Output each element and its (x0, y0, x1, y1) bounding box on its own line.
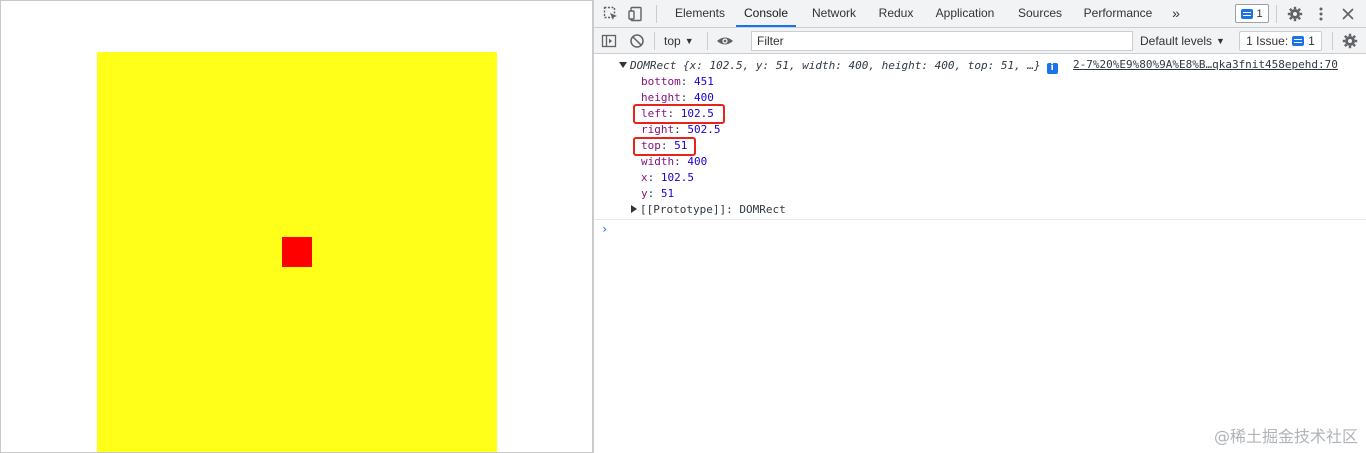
page-viewport (0, 0, 593, 453)
issue-counter-button[interactable]: 1 Issue: 1 (1239, 31, 1322, 51)
log-levels-select[interactable]: Default levels ▼ (1140, 33, 1225, 49)
context-select[interactable]: top ▼ (664, 33, 694, 49)
tab-sources[interactable]: Sources (1014, 0, 1066, 27)
toolbar-separator (707, 32, 708, 50)
issue-counter-count: 1 (1308, 34, 1315, 48)
tab-application[interactable]: Application (930, 0, 1000, 27)
red-box (282, 237, 312, 267)
prototype-row[interactable]: [[Prototype]]: DOMRect (631, 202, 786, 218)
toolbar-separator (1332, 32, 1333, 50)
device-toolbar-icon[interactable] (626, 4, 646, 24)
sidebar-toggle-icon[interactable] (599, 31, 619, 51)
tab-overflow-button[interactable]: » (1168, 0, 1184, 27)
tabbar-separator (656, 5, 657, 23)
chevron-down-icon: ▼ (1216, 36, 1225, 46)
info-icon[interactable]: i (1046, 63, 1058, 74)
console-settings-gear-icon[interactable] (1340, 31, 1360, 51)
live-expression-eye-icon[interactable] (715, 31, 735, 51)
tab-redux[interactable]: Redux (876, 0, 916, 27)
highlight-box-top (633, 137, 696, 156)
domrect-summary-row[interactable]: DOMRect {x: 102.5, y: 51, width: 400, he… (619, 58, 1058, 74)
console-divider (594, 219, 1366, 220)
message-icon (1292, 36, 1305, 46)
devtools-panel: Elements Console Network Redux Applicati… (593, 0, 1366, 453)
close-devtools-icon[interactable] (1338, 4, 1358, 24)
screenshot-root: Elements Console Network Redux Applicati… (0, 0, 1366, 453)
tab-console[interactable]: Console (736, 0, 796, 27)
console-toolbar: top ▼ Default levels ▼ 1 Issue: 1 (594, 28, 1366, 54)
clear-console-icon[interactable] (627, 31, 647, 51)
filter-input[interactable] (751, 31, 1133, 51)
more-options-icon[interactable] (1311, 4, 1331, 24)
tab-network[interactable]: Network (806, 0, 862, 27)
log-levels-value: Default levels (1140, 34, 1213, 48)
highlight-box-left (633, 104, 725, 124)
watermark: @稀土掘金技术社区 (1213, 427, 1358, 446)
console-prompt[interactable]: › (601, 222, 608, 236)
settings-gear-icon[interactable] (1285, 4, 1305, 24)
expand-triangle-icon[interactable] (631, 205, 637, 213)
context-select-value: top (664, 34, 681, 48)
prop-row-bottom: bottom: 451 (641, 75, 714, 88)
message-icon (1241, 8, 1254, 19)
prop-row-right: right: 502.5 (641, 123, 721, 136)
prop-row-y: y: 51 (641, 187, 675, 200)
issue-counter-label: 1 Issue: (1246, 34, 1289, 48)
devtools-tabbar: Elements Console Network Redux Applicati… (594, 0, 1366, 28)
inspect-element-icon[interactable] (601, 4, 621, 24)
tab-performance[interactable]: Performance (1080, 0, 1156, 27)
prop-row-width: width: 400 (641, 155, 708, 168)
issues-badge-count: 1 (1256, 7, 1263, 20)
chevron-down-icon: ▼ (684, 36, 694, 46)
toolbar-separator (654, 32, 655, 50)
prop-row-x: x: 102.5 (641, 171, 694, 184)
issues-badge[interactable]: 1 (1235, 4, 1269, 23)
tabbar-separator (1276, 5, 1277, 23)
yellow-box (97, 52, 497, 452)
tab-elements[interactable]: Elements (670, 0, 730, 27)
expand-triangle-icon[interactable] (619, 62, 627, 68)
domrect-summary: DOMRect {x: 102.5, y: 51, width: 400, he… (630, 59, 1041, 72)
source-link[interactable]: 2-7%20%E9%80%9A%E8%B…qka3fnit458epehd:70 (1073, 58, 1338, 71)
console-output: DOMRect {x: 102.5, y: 51, width: 400, he… (594, 55, 1366, 453)
